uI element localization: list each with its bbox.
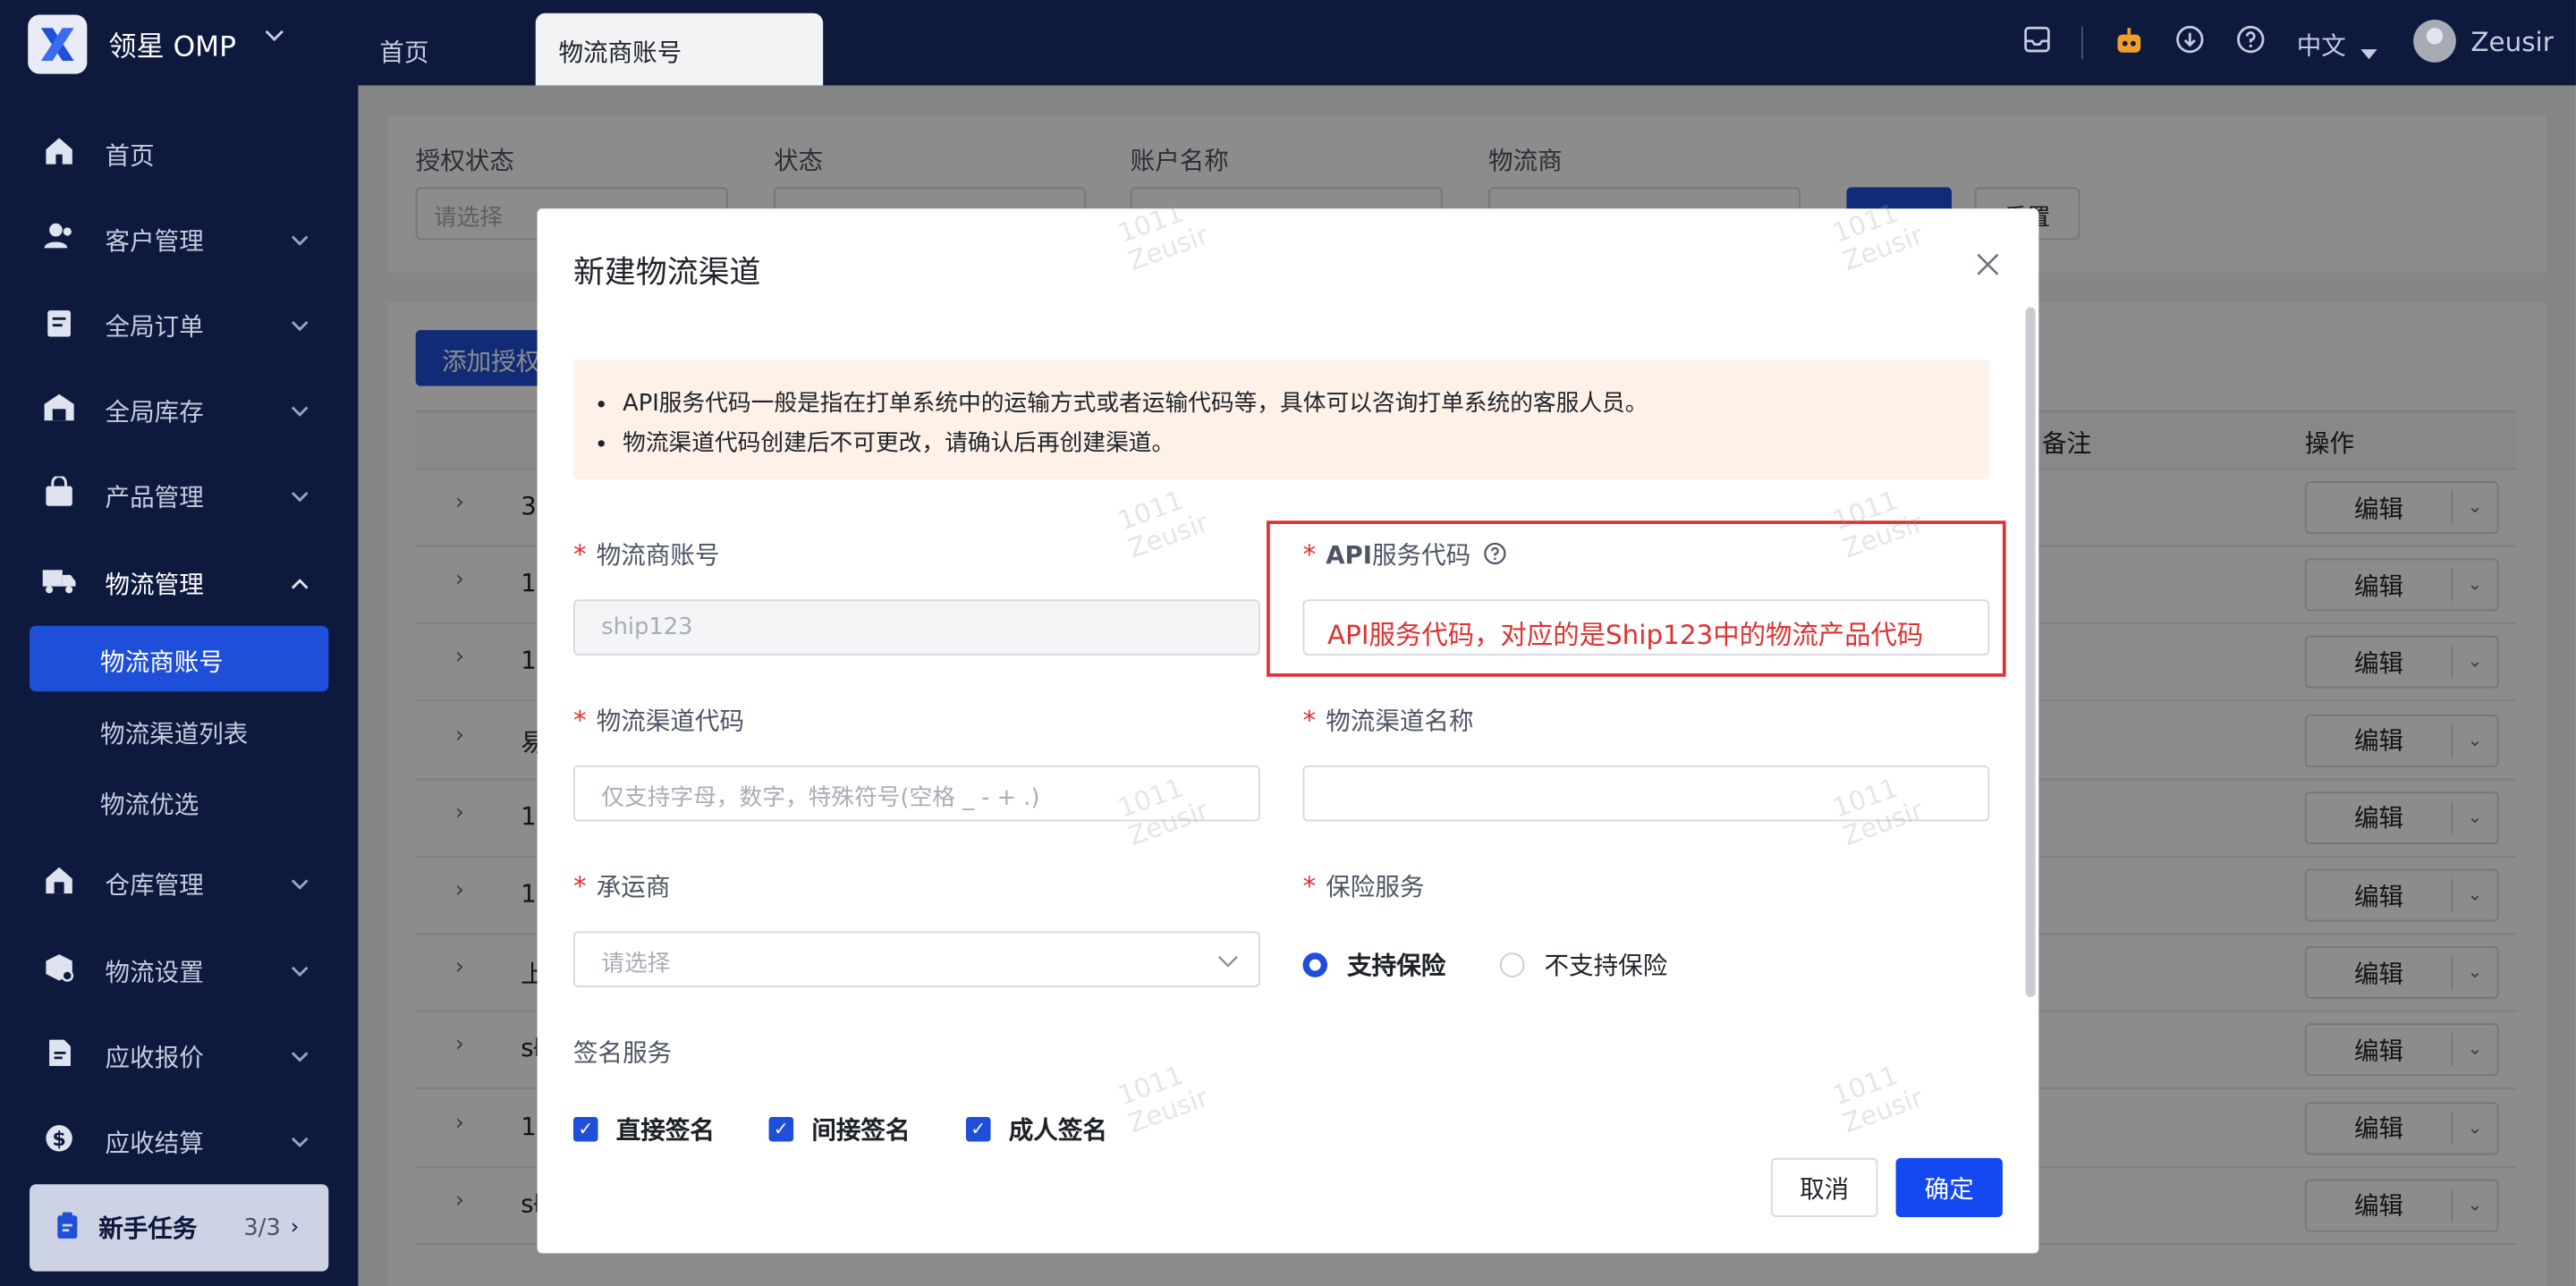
radio-checked-icon: [1302, 952, 1328, 977]
channel-code-input[interactable]: 仅支持字母，数字，特殊符号(空格 _ - + .): [573, 765, 1260, 822]
signature-direct-checkbox[interactable]: ✓ 直接签名: [573, 1112, 715, 1146]
avatar[interactable]: [2413, 20, 2456, 63]
onboarding-task[interactable]: 新手任务 3/3 ›: [30, 1184, 329, 1272]
bag-icon: [39, 474, 79, 517]
username[interactable]: Zeusir: [2470, 26, 2553, 57]
notice-item: 物流渠道代码创建后不可更改，请确认后再创建渠道。: [623, 424, 1989, 463]
provider-account-label: * 物流商账号: [573, 538, 720, 571]
cancel-button[interactable]: 取消: [1770, 1157, 1878, 1217]
provider-account-input: ship123: [573, 599, 1260, 656]
sidebar-item-label: 仓库管理: [105, 869, 204, 900]
message-icon[interactable]: [2019, 25, 2055, 61]
svg-text:$: $: [52, 1128, 65, 1150]
insurance-no-radio[interactable]: 不支持保险: [1499, 948, 1667, 983]
help-icon[interactable]: [2233, 25, 2268, 61]
sidebar-item-0[interactable]: 首页: [30, 122, 328, 187]
task-label: 新手任务: [98, 1214, 198, 1244]
chevron-down-icon: [291, 1131, 309, 1153]
language-switch[interactable]: 中文: [2297, 28, 2346, 63]
chevron-down-icon: [291, 960, 309, 982]
new-channel-modal: 新建物流渠道 API服务代码一般是指在打单系统中的运输方式或者运输代码等，具体可…: [537, 208, 2039, 1254]
sidebar-item-b0[interactable]: 仓库管理: [30, 850, 328, 916]
carrier-select[interactable]: 请选择: [573, 931, 1260, 987]
sidebar-item-label: 客户管理: [105, 225, 204, 256]
checkbox-checked-icon: ✓: [573, 1116, 598, 1142]
notice-item: API服务代码一般是指在打单系统中的运输方式或者运输代码等，具体可以咨询打单系统…: [623, 385, 1989, 424]
notice-box: API服务代码一般是指在打单系统中的运输方式或者运输代码等，具体可以咨询打单系统…: [573, 360, 1990, 480]
box-settings-icon: [39, 951, 79, 992]
robot-icon[interactable]: [2111, 25, 2147, 61]
home-icon: [39, 134, 79, 175]
sidebar-subitem-2[interactable]: 物流优选: [30, 769, 328, 834]
sidebar-item-label: 全局订单: [105, 311, 204, 342]
modal-title: 新建物流渠道: [573, 254, 761, 292]
task-progress: 3/3: [243, 1214, 281, 1241]
modal-scrollbar[interactable]: [2025, 307, 2036, 997]
order-icon: [39, 305, 79, 346]
chevron-down-icon: [291, 1045, 309, 1067]
sidebar-item-5[interactable]: 物流管理: [30, 550, 328, 615]
app-switch-chevron-icon[interactable]: [263, 23, 286, 53]
api-code-label: * API服务代码: [1303, 537, 1507, 572]
doc-icon: [39, 1036, 79, 1077]
chevron-down-icon: [291, 486, 309, 507]
sidebar-item-b3[interactable]: $ 应收结算: [30, 1109, 328, 1174]
api-code-input[interactable]: API服务代码，对应的是Ship123中的物流产品代码: [1302, 599, 1990, 656]
sidebar-item-label: 物流管理: [105, 569, 204, 599]
task-icon: [53, 1210, 82, 1246]
logo-icon: [28, 14, 88, 74]
chevron-down-icon: [291, 873, 309, 894]
sidebar-subitem-0[interactable]: 物流商账号: [30, 625, 329, 692]
sidebar-item-label: 应收结算: [105, 1127, 204, 1157]
truck-icon: [39, 563, 79, 604]
warehouse-icon: [39, 390, 79, 431]
sidebar-item-4[interactable]: 产品管理: [30, 463, 328, 529]
signature-indirect-checkbox[interactable]: ✓ 间接签名: [768, 1112, 911, 1146]
sidebar-item-2[interactable]: 全局订单: [30, 292, 328, 358]
download-icon[interactable]: [2172, 25, 2207, 61]
sidebar-subitem-1[interactable]: 物流渠道列表: [30, 698, 328, 764]
sidebar-item-label: 全局库存: [105, 396, 204, 427]
checkbox-checked-icon: ✓: [768, 1116, 794, 1142]
channel-code-label: * 物流渠道代码: [573, 704, 745, 736]
tab-provider-account[interactable]: 物流商账号: [535, 13, 824, 86]
signature-adult-checkbox[interactable]: ✓ 成人签名: [965, 1112, 1107, 1146]
chevron-down-icon: [291, 315, 309, 336]
confirm-button[interactable]: 确定: [1895, 1157, 2003, 1217]
channel-name-label: * 物流渠道名称: [1302, 704, 1474, 736]
sidebar-item-label: 物流设置: [105, 956, 204, 986]
app-name: 领星 OMP: [108, 30, 236, 64]
insurance-yes-radio[interactable]: 支持保险: [1302, 948, 1445, 983]
task-chevron-icon: ›: [290, 1215, 300, 1240]
sidebar-item-label: 首页: [105, 140, 155, 171]
insurance-label: * 保险服务: [1302, 870, 1425, 902]
signature-label: 签名服务: [573, 1037, 673, 1068]
sidebar-item-b2[interactable]: 应收报价: [30, 1023, 328, 1088]
sidebar-item-label: 产品管理: [105, 482, 204, 512]
close-icon[interactable]: [1977, 245, 2000, 284]
sidebar-item-b1[interactable]: 物流设置: [30, 938, 328, 1003]
carrier-label: * 承运商: [573, 870, 671, 902]
users-icon: [39, 219, 79, 260]
chevron-down-icon: [1217, 950, 1239, 976]
language-caret-icon[interactable]: [2360, 36, 2379, 67]
house-icon: [39, 863, 79, 904]
chevron-down-icon: [291, 400, 309, 421]
sidebar-item-1[interactable]: 客户管理: [30, 207, 328, 272]
tab-home[interactable]: 首页: [358, 20, 535, 85]
channel-name-input[interactable]: [1302, 765, 1990, 822]
chevron-up-icon: [291, 572, 309, 594]
chevron-down-icon: [291, 229, 309, 250]
radio-unchecked-icon: [1499, 952, 1525, 977]
sidebar-item-3[interactable]: 全局库存: [30, 377, 328, 443]
dollar-icon: $: [39, 1121, 79, 1163]
api-code-help-icon[interactable]: [1484, 541, 1507, 571]
divider: [2081, 26, 2083, 60]
sidebar-item-label: 应收报价: [105, 1042, 204, 1072]
checkbox-checked-icon: ✓: [965, 1116, 991, 1142]
